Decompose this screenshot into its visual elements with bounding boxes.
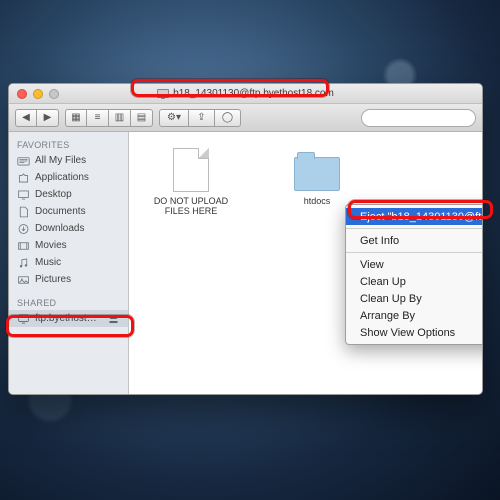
action-buttons: ⚙▾ ⇪ ◯ [159, 109, 241, 127]
sidebar-item-all-my-files[interactable]: All My Files [9, 152, 128, 169]
sidebar-item-label: Applications [35, 172, 89, 183]
menu-item-label: Clean Up [360, 276, 406, 288]
list-view-button[interactable]: ≡ [87, 109, 109, 127]
menu-item-label: Get Info [360, 235, 399, 247]
sidebar-item-label: Desktop [35, 189, 72, 200]
menu-item-eject[interactable]: Eject "b18_14301130@ftp.byethost18.com" [346, 208, 483, 225]
sidebar: FAVORITES All My Files Applications Desk… [9, 132, 129, 394]
sidebar-item-documents[interactable]: Documents [9, 203, 128, 220]
menu-item-label: View [360, 259, 384, 271]
all-my-files-icon [17, 155, 30, 167]
movies-icon [17, 240, 30, 252]
desktop-icon [17, 189, 30, 201]
sidebar-item-movies[interactable]: Movies [9, 237, 128, 254]
menu-separator [346, 252, 483, 253]
sidebar-item-applications[interactable]: Applications [9, 169, 128, 186]
menu-item-label: Show View Options [360, 327, 455, 339]
content-area[interactable]: DO NOT UPLOAD FILES HERE htdocs Eject "b… [129, 132, 482, 394]
sidebar-item-desktop[interactable]: Desktop [9, 186, 128, 203]
action-menu-button[interactable]: ⚙▾ [159, 109, 189, 127]
menu-item-show-view-options[interactable]: Show View Options [346, 324, 483, 341]
minimize-icon[interactable] [33, 89, 43, 99]
zoom-icon[interactable] [49, 89, 59, 99]
menu-item-get-info[interactable]: Get Info [346, 232, 483, 249]
coverflow-view-button[interactable]: ▤ [131, 109, 153, 127]
context-menu: Eject "b18_14301130@ftp.byethost18.com" … [345, 204, 483, 345]
titlebar[interactable]: b18_14301130@ftp.byethost18.com [9, 84, 482, 104]
sidebar-item-label: Movies [35, 240, 67, 251]
search-input[interactable] [361, 109, 476, 127]
sidebar-item-music[interactable]: Music [9, 254, 128, 271]
forward-button[interactable]: ▶ [37, 109, 59, 127]
back-button[interactable]: ◀ [15, 109, 37, 127]
music-icon [17, 257, 30, 269]
menu-item-clean-up-by[interactable]: Clean Up By [346, 290, 483, 307]
sidebar-item-pictures[interactable]: Pictures [9, 271, 128, 288]
menu-item-arrange-by[interactable]: Arrange By [346, 307, 483, 324]
applications-icon [17, 172, 30, 184]
document-icon [167, 146, 215, 194]
server-icon [17, 313, 30, 325]
sidebar-section-favorites: FAVORITES [9, 136, 128, 152]
toolbar: ◀ ▶ ▦ ≡ ▥ ▤ ⚙▾ ⇪ ◯ [9, 104, 482, 132]
folder-icon [293, 146, 341, 194]
window-title-text: b18_14301130@ftp.byethost18.com [173, 88, 334, 99]
sidebar-item-label: Documents [35, 206, 86, 217]
desktop-background: b18_14301130@ftp.byethost18.com ◀ ▶ ▦ ≡ … [0, 0, 500, 500]
menu-item-label: Eject "b18_14301130@ftp.byethost18.com" [360, 211, 483, 223]
window-controls [9, 89, 59, 99]
sidebar-item-label: Downloads [35, 223, 84, 234]
pictures-icon [17, 274, 30, 286]
menu-item-label: Clean Up By [360, 293, 422, 305]
eject-icon[interactable] [107, 313, 120, 325]
view-buttons: ▦ ≡ ▥ ▤ [65, 109, 153, 127]
sidebar-item-downloads[interactable]: Downloads [9, 220, 128, 237]
sidebar-item-label: ftp.byethost18.com [35, 313, 102, 324]
sidebar-section-shared: SHARED [9, 294, 128, 310]
nav-buttons: ◀ ▶ [15, 109, 59, 127]
documents-icon [17, 206, 30, 218]
menu-item-label: Arrange By [360, 310, 415, 322]
file-item[interactable]: DO NOT UPLOAD FILES HERE [141, 146, 241, 216]
downloads-icon [17, 223, 30, 235]
sidebar-item-label: Music [35, 257, 61, 268]
share-button[interactable]: ⇪ [189, 109, 215, 127]
menu-item-clean-up[interactable]: Clean Up [346, 273, 483, 290]
file-name: DO NOT UPLOAD FILES HERE [141, 196, 241, 216]
icon-view-button[interactable]: ▦ [65, 109, 87, 127]
sidebar-item-label: Pictures [35, 274, 71, 285]
close-icon[interactable] [17, 89, 27, 99]
sidebar-item-label: All My Files [35, 155, 86, 166]
menu-separator [346, 228, 483, 229]
tags-button[interactable]: ◯ [215, 109, 241, 127]
sidebar-item-ftp-server[interactable]: ftp.byethost18.com [9, 310, 128, 327]
menu-item-view[interactable]: View [346, 256, 483, 273]
window-title: b18_14301130@ftp.byethost18.com [9, 88, 482, 99]
column-view-button[interactable]: ▥ [109, 109, 131, 127]
finder-window: b18_14301130@ftp.byethost18.com ◀ ▶ ▦ ≡ … [8, 83, 483, 395]
server-icon [157, 89, 169, 98]
